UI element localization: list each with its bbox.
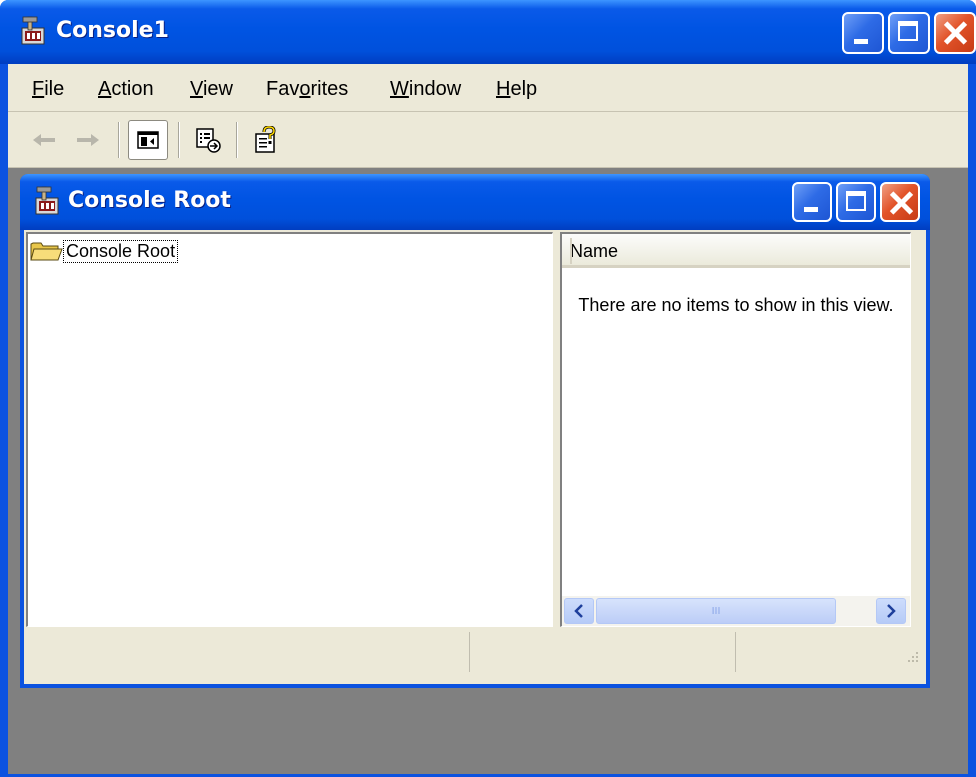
thumb-grip: III xyxy=(711,605,721,617)
menu-action[interactable]: Action xyxy=(98,78,154,101)
console-root-title-bar[interactable]: Console Root xyxy=(20,174,930,230)
maximize-button[interactable] xyxy=(888,12,930,54)
mmc-console-icon xyxy=(32,186,62,216)
horizontal-scrollbar[interactable]: III xyxy=(562,596,910,626)
toolbar-separator xyxy=(236,122,238,158)
child-minimize-button[interactable] xyxy=(792,182,832,222)
scope-tree-pane[interactable]: Console Root xyxy=(26,232,553,627)
status-panel-1 xyxy=(26,632,470,672)
child-maximize-button[interactable] xyxy=(836,182,876,222)
child-window-title: Console Root xyxy=(68,188,231,213)
scroll-right-button[interactable] xyxy=(876,598,906,624)
forward-icon[interactable] xyxy=(68,120,108,160)
back-icon[interactable] xyxy=(24,120,64,160)
toolbar-separator xyxy=(118,122,120,158)
column-header-label: Name xyxy=(570,241,619,261)
tree-node-label: Console Root xyxy=(62,239,179,263)
window-title: Console1 xyxy=(56,18,169,43)
scroll-left-button[interactable] xyxy=(564,598,594,624)
folder-open-icon xyxy=(30,240,64,262)
menu-help[interactable]: Help xyxy=(496,78,537,101)
toolbar-separator xyxy=(178,122,180,158)
minimize-button[interactable] xyxy=(842,12,884,54)
column-divider[interactable] xyxy=(570,238,572,264)
column-header-name[interactable]: Name xyxy=(562,234,910,268)
resize-grip-icon[interactable] xyxy=(904,650,920,670)
toolbar xyxy=(8,112,968,168)
status-bar xyxy=(24,628,926,678)
menu-window[interactable]: Window xyxy=(390,78,461,101)
scrollbar-thumb[interactable]: III xyxy=(596,598,836,624)
chevron-left-icon xyxy=(574,604,583,618)
menu-favorites[interactable]: Favorites xyxy=(266,78,348,101)
menu-bar: File Action View Favorites Window Help xyxy=(8,64,968,112)
pane-splitter[interactable] xyxy=(553,232,559,628)
close-button[interactable] xyxy=(934,12,976,54)
child-close-button[interactable] xyxy=(880,182,920,222)
console1-title-bar[interactable]: Console1 xyxy=(0,0,976,64)
show-hide-tree-icon[interactable] xyxy=(128,120,168,160)
tree-node-console-root[interactable]: Console Root xyxy=(30,239,179,263)
chevron-right-icon xyxy=(887,604,896,618)
menu-view[interactable]: View xyxy=(190,78,233,101)
result-list-pane[interactable]: Name There are no items to show in this … xyxy=(560,232,911,627)
export-list-icon[interactable] xyxy=(188,120,228,160)
empty-list-message: There are no items to show in this view. xyxy=(578,295,894,315)
help-icon[interactable] xyxy=(246,120,286,160)
mmc-console-icon xyxy=(18,16,48,46)
console-root-window: Console Root Console Root Name There are… xyxy=(20,174,930,688)
status-panel-3 xyxy=(738,632,924,672)
console-root-client: Console Root Name There are no items to … xyxy=(24,230,926,684)
status-panel-2 xyxy=(472,632,736,672)
menu-file[interactable]: File xyxy=(32,78,64,101)
